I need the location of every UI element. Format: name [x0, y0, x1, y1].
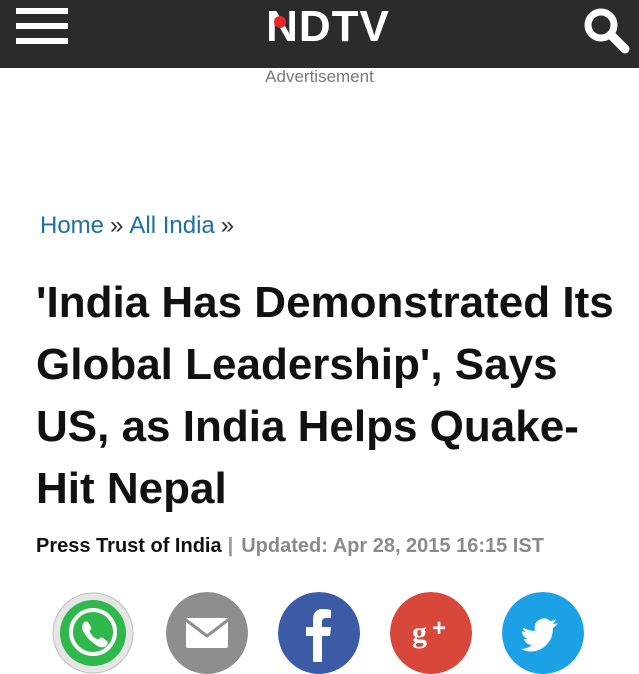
search-icon[interactable]	[582, 6, 630, 54]
top-bar: NDTV	[0, 0, 639, 68]
article-author[interactable]: Press Trust of India	[36, 535, 222, 557]
breadcrumb-all-india-link[interactable]: All India	[129, 212, 214, 239]
breadcrumb-separator: »	[220, 212, 235, 239]
email-icon	[166, 592, 248, 674]
breadcrumb: Home» All India»	[40, 210, 240, 242]
twitter-share-button[interactable]	[502, 592, 584, 674]
google-plus-icon: g +	[390, 592, 472, 674]
advertisement-label: Advertisement	[265, 67, 374, 86]
hamburger-icon[interactable]	[16, 8, 68, 44]
twitter-icon	[502, 592, 584, 674]
whatsapp-share-button[interactable]	[52, 592, 134, 674]
byline-separator: |	[227, 535, 234, 557]
breadcrumb-separator: »	[110, 212, 124, 239]
facebook-icon	[278, 592, 360, 674]
breadcrumb-home-link[interactable]: Home	[40, 212, 104, 239]
site-logo[interactable]: NDTV	[228, 4, 428, 50]
whatsapp-icon	[52, 592, 134, 674]
facebook-share-button[interactable]	[278, 592, 360, 674]
svg-text:g: g	[412, 616, 427, 649]
svg-text:+: +	[432, 615, 446, 642]
article-updated-date: Updated: Apr 28, 2015 16:15 IST	[241, 535, 544, 557]
article-title: 'India Has Demonstrated Its Global Leade…	[36, 278, 614, 513]
logo-dot	[274, 16, 286, 28]
email-share-button[interactable]	[166, 592, 248, 674]
article-byline: Press Trust of India | Updated: Apr 28, 20…	[36, 532, 544, 560]
google-plus-share-button[interactable]: g +	[390, 592, 472, 674]
